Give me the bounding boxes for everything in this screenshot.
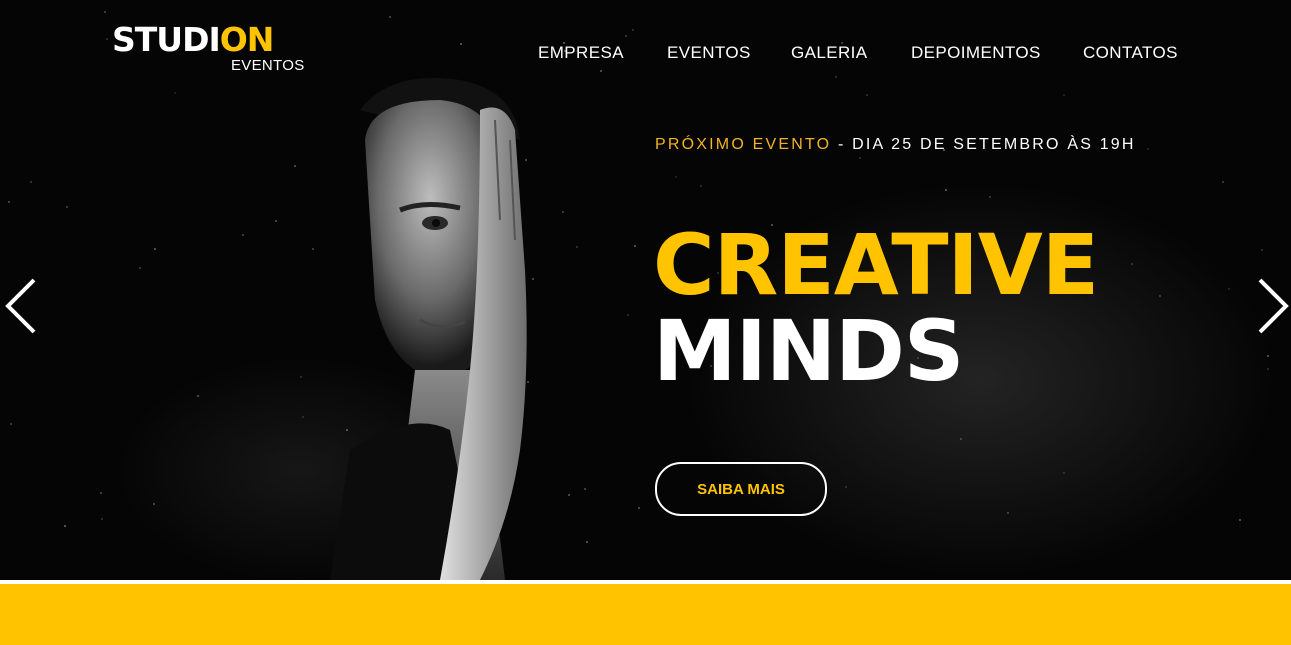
star-dot xyxy=(627,314,629,316)
star-dot xyxy=(700,185,702,187)
star-dot xyxy=(197,395,199,397)
star-dot xyxy=(1063,472,1065,474)
star-dot xyxy=(586,541,588,543)
star-dot xyxy=(106,38,108,40)
star-dot xyxy=(625,35,627,37)
star-dot xyxy=(1063,94,1065,96)
nav-item-depoimentos[interactable]: DEPOIMENTOS xyxy=(911,43,1041,63)
chevron-right-icon xyxy=(1258,278,1289,334)
star-dot xyxy=(1131,263,1133,265)
nav-item-empresa[interactable]: EMPRESA xyxy=(538,43,624,63)
star-dot xyxy=(100,492,102,494)
star-dot xyxy=(242,234,244,236)
star-dot xyxy=(1267,355,1269,357)
star-dot xyxy=(139,267,141,269)
star-dot xyxy=(294,165,296,167)
star-dot xyxy=(600,70,602,72)
star-dot xyxy=(312,248,314,250)
headline-line2: MINDS xyxy=(653,302,964,400)
hero-headline: CREATIVE MINDS xyxy=(653,216,1099,400)
next-event-separator: - xyxy=(831,136,853,153)
star-dot xyxy=(1261,249,1263,251)
next-event-date: DIA 25 DE SETEMBRO ÀS 19H xyxy=(852,136,1136,153)
star-dot xyxy=(154,248,156,250)
hero-banner: STUDION EVENTOS EMPRESA EVENTOS GALERIA … xyxy=(0,0,1291,580)
star-dot xyxy=(66,206,68,208)
star-dot xyxy=(989,196,991,198)
saiba-mais-button[interactable]: SAIBA MAIS xyxy=(655,462,827,516)
star-dot xyxy=(845,486,847,488)
star-dot xyxy=(174,92,176,94)
star-dot xyxy=(8,201,10,203)
star-dot xyxy=(835,76,837,78)
headline-line1: CREATIVE xyxy=(653,216,1099,314)
star-dot xyxy=(64,525,66,527)
star-dot xyxy=(945,189,947,191)
star-dot xyxy=(1159,295,1161,297)
star-dot xyxy=(634,245,636,247)
star-dot xyxy=(302,416,304,418)
star-dot xyxy=(10,423,12,425)
star-dot xyxy=(1222,181,1224,183)
star-dot xyxy=(1239,519,1241,521)
nav-item-galeria[interactable]: GALERIA xyxy=(791,43,868,63)
nav-item-contatos[interactable]: CONTATOS xyxy=(1083,43,1178,63)
star-dot xyxy=(1147,148,1149,150)
star-dot xyxy=(1007,512,1009,514)
star-dot xyxy=(576,246,578,248)
hero-portrait-image xyxy=(330,78,527,580)
star-dot xyxy=(153,503,155,505)
nav-item-eventos[interactable]: EVENTOS xyxy=(667,43,751,63)
next-event-line: PRÓXIMO EVENTO - DIA 25 DE SETEMBRO ÀS 1… xyxy=(655,136,1136,154)
star-dot xyxy=(584,488,586,490)
star-dot xyxy=(960,438,962,440)
star-dot xyxy=(1228,288,1230,290)
star-dot xyxy=(632,29,634,31)
star-dot xyxy=(101,518,103,520)
carousel-next-button[interactable] xyxy=(1252,276,1291,336)
star-dot xyxy=(1267,368,1269,370)
carousel-prev-button[interactable] xyxy=(2,276,42,336)
star-dot xyxy=(275,220,277,222)
star-dot xyxy=(104,11,106,13)
yellow-band-section xyxy=(0,584,1291,645)
star-dot xyxy=(859,157,861,159)
star-dot xyxy=(638,507,640,509)
star-dot xyxy=(675,176,677,178)
star-dot xyxy=(389,16,391,18)
star-dot xyxy=(300,376,302,378)
main-nav: EMPRESA EVENTOS GALERIA DEPOIMENTOS CONT… xyxy=(0,43,1291,65)
star-dot xyxy=(866,94,868,96)
next-event-label: PRÓXIMO EVENTO xyxy=(655,136,832,153)
chevron-left-icon xyxy=(5,278,36,334)
star-dot xyxy=(30,181,32,183)
